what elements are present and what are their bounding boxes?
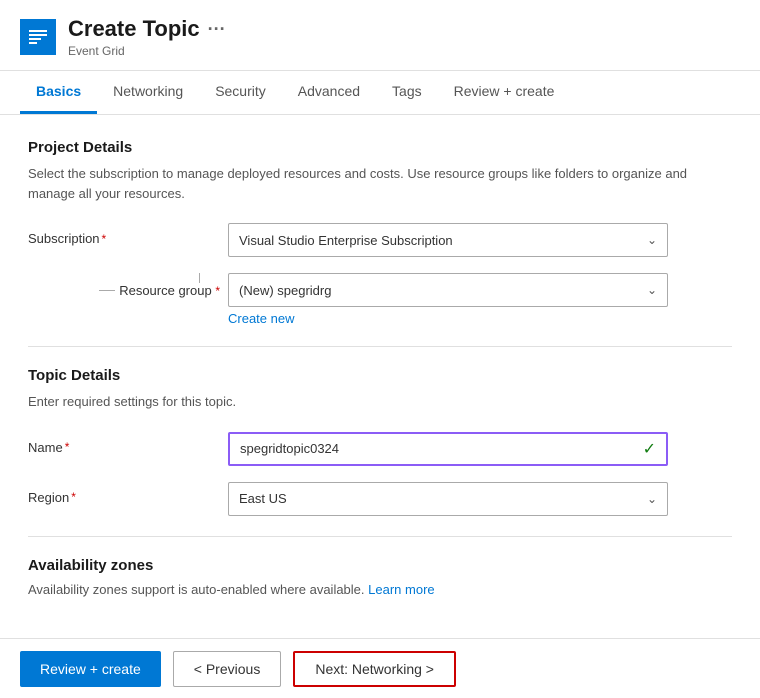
region-control: East US ⌄ [228,482,668,516]
subscription-required: * [102,232,107,246]
tab-basics[interactable]: Basics [20,71,97,114]
review-create-button[interactable]: Review + create [20,651,161,687]
tab-bar: Basics Networking Security Advanced Tags… [0,71,760,115]
tab-review[interactable]: Review + create [438,71,571,114]
tab-tags[interactable]: Tags [376,71,438,114]
main-content: Project Details Select the subscription … [0,115,760,623]
ellipsis-menu[interactable]: ··· [208,19,226,40]
learn-more-link[interactable]: Learn more [368,582,434,597]
create-new-link[interactable]: Create new [228,311,294,326]
name-row: Name * spegridtopic0324 ✓ [28,432,732,466]
name-control: spegridtopic0324 ✓ [228,432,668,466]
name-value: spegridtopic0324 [240,441,339,456]
rg-chevron: ⌄ [647,283,657,297]
region-required: * [71,490,76,504]
resource-group-row: Resource group * (New) spegridrg ⌄ Creat… [28,273,732,326]
region-label: Region * [28,482,228,505]
resource-group-value: (New) spegridrg [239,283,331,298]
subscription-chevron: ⌄ [647,233,657,247]
subscription-row: Subscription * Visual Studio Enterprise … [28,223,732,257]
resource-group-label: Resource group * [119,283,220,298]
rg-indent: Resource group * [28,273,228,298]
subscription-value: Visual Studio Enterprise Subscription [239,233,453,248]
project-details-description: Select the subscription to manage deploy… [28,164,732,203]
avail-title: Availability zones [28,557,732,574]
page-title: Create Topic [68,16,200,42]
header-text-group: Create Topic ··· Event Grid [68,16,740,58]
subscription-control: Visual Studio Enterprise Subscription ⌄ [228,223,668,257]
subscription-label: Subscription * [28,223,228,246]
name-input[interactable]: spegridtopic0324 ✓ [228,432,668,466]
service-icon [20,19,56,55]
region-chevron: ⌄ [647,492,657,506]
avail-divider [28,536,732,537]
resource-group-control: (New) spegridrg ⌄ Create new [228,273,668,326]
resource-group-select[interactable]: (New) spegridrg ⌄ [228,273,668,307]
avail-desc: Availability zones support is auto-enabl… [28,582,732,597]
region-select[interactable]: East US ⌄ [228,482,668,516]
tab-security[interactable]: Security [199,71,282,114]
name-valid-icon: ✓ [643,439,656,459]
avail-desc-text: Availability zones support is auto-enabl… [28,582,365,597]
section-divider [28,346,732,347]
region-row: Region * East US ⌄ [28,482,732,516]
next-button[interactable]: Next: Networking > [293,651,456,687]
tab-advanced[interactable]: Advanced [282,71,376,114]
tab-networking[interactable]: Networking [97,71,199,114]
page-subtitle: Event Grid [68,44,740,58]
region-value: East US [239,491,287,506]
subscription-select[interactable]: Visual Studio Enterprise Subscription ⌄ [228,223,668,257]
footer: Review + create < Previous Next: Network… [0,638,760,698]
previous-button[interactable]: < Previous [173,651,282,687]
page-header: Create Topic ··· Event Grid [0,0,760,71]
project-details-title: Project Details [28,139,732,156]
rg-required: * [215,284,220,298]
topic-details-title: Topic Details [28,367,732,384]
topic-details-description: Enter required settings for this topic. [28,392,732,412]
name-label: Name * [28,432,228,455]
name-required: * [65,440,70,454]
